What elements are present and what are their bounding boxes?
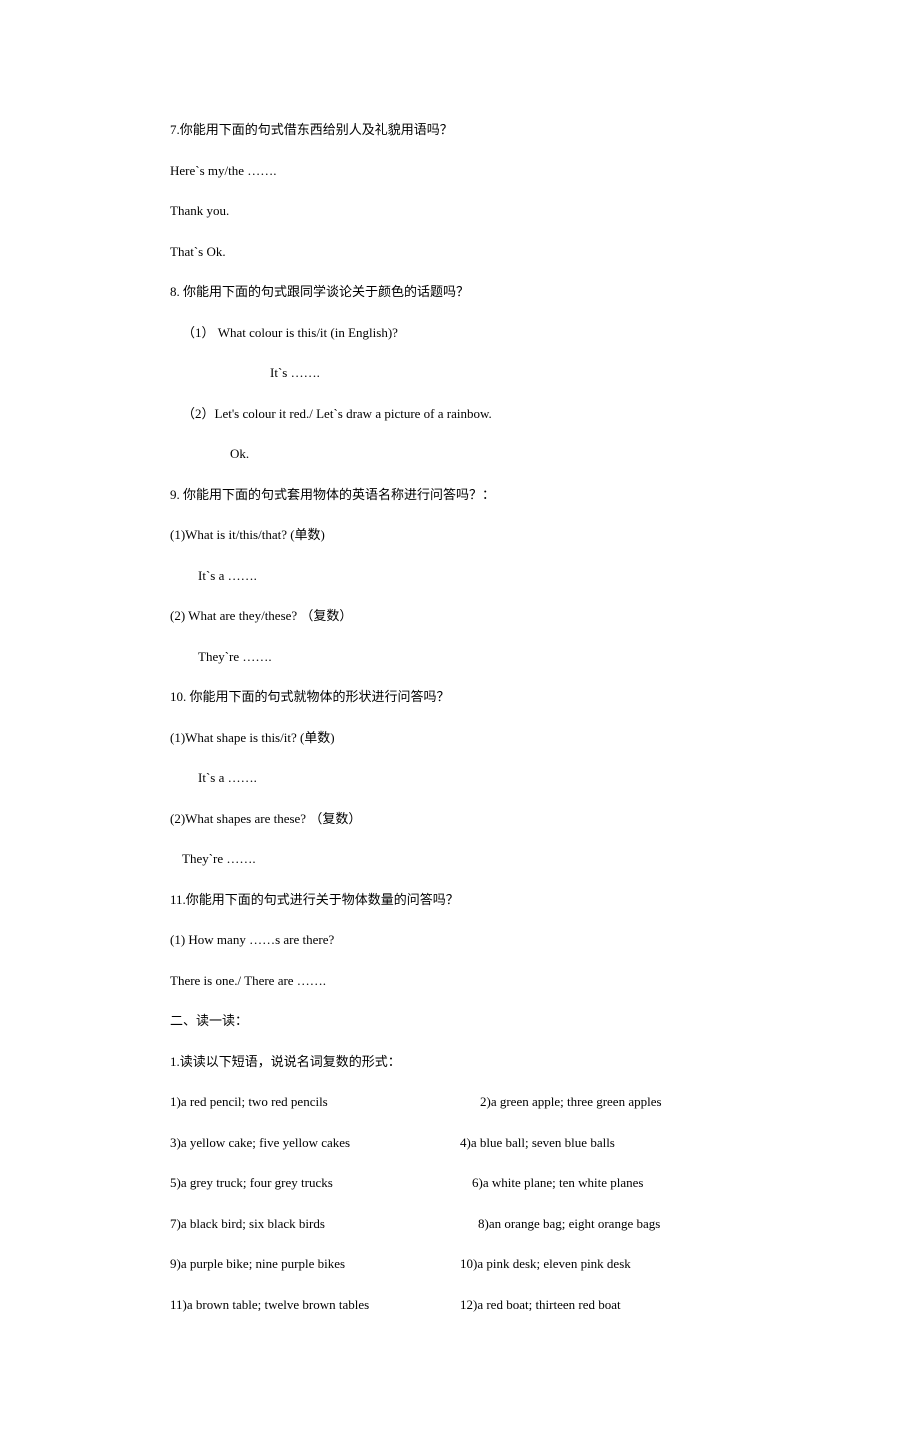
pair-row: 11)a brown table; twelve brown tables 12… [170, 1295, 750, 1315]
pair-right: 6)a white plane; ten white planes [450, 1173, 643, 1193]
pair-right: 2)a green apple; three green apples [450, 1092, 662, 1112]
pair-right: 4)a blue ball; seven blue balls [450, 1133, 615, 1153]
pair-row: 7)a black bird; six black birds 8)an ora… [170, 1214, 750, 1234]
q7-title: 7.你能用下面的句式借东西给别人及礼貌用语吗？ [170, 120, 750, 140]
q9-l4: They`re ……. [170, 647, 750, 667]
pair-left: 3)a yellow cake; five yellow cakes [170, 1133, 450, 1153]
q10-title: 10. 你能用下面的句式就物体的形状进行问答吗？ [170, 687, 750, 707]
pair-row: 5)a grey truck; four grey trucks 6)a whi… [170, 1173, 750, 1193]
q10-l2: It`s a ……. [170, 768, 750, 788]
q8-l4: Ok. [170, 444, 750, 464]
q11-l2: There is one./ There are ……. [170, 971, 750, 991]
q7-l1: Here`s my/the ……. [170, 161, 750, 181]
q9-l2: It`s a ……. [170, 566, 750, 586]
q8-l1: （1） What colour is this/it (in English)? [170, 323, 750, 343]
section2-title: 二、读一读： [170, 1011, 750, 1031]
q7-l2: Thank you. [170, 201, 750, 221]
q8-title: 8. 你能用下面的句式跟同学谈论关于颜色的话题吗？ [170, 282, 750, 302]
pair-left: 11)a brown table; twelve brown tables [170, 1295, 450, 1315]
q10-l3: (2)What shapes are these? （复数） [170, 809, 750, 829]
pair-left: 1)a red pencil; two red pencils [170, 1092, 450, 1112]
q10-l1: (1)What shape is this/it? (单数) [170, 728, 750, 748]
q9-l1: (1)What is it/this/that? (单数) [170, 525, 750, 545]
pair-right: 8)an orange bag; eight orange bags [450, 1214, 660, 1234]
q8-l2: It`s ……. [170, 363, 750, 383]
q11-l1: (1) How many ……s are there? [170, 930, 750, 950]
section2-sub: 1.读读以下短语，说说名词复数的形式： [170, 1052, 750, 1072]
q10-l4: They`re ……. [170, 849, 750, 869]
pair-row: 3)a yellow cake; five yellow cakes 4)a b… [170, 1133, 750, 1153]
pair-left: 9)a purple bike; nine purple bikes [170, 1254, 450, 1274]
q9-title: 9. 你能用下面的句式套用物体的英语名称进行问答吗？： [170, 485, 750, 505]
pair-right: 10)a pink desk; eleven pink desk [450, 1254, 631, 1274]
q7-l3: That`s Ok. [170, 242, 750, 262]
pair-right: 12)a red boat; thirteen red boat [450, 1295, 621, 1315]
q11-title: 11.你能用下面的句式进行关于物体数量的问答吗？ [170, 890, 750, 910]
pair-row: 1)a red pencil; two red pencils 2)a gree… [170, 1092, 750, 1112]
q9-l3: (2) What are they/these? （复数） [170, 606, 750, 626]
pair-row: 9)a purple bike; nine purple bikes 10)a … [170, 1254, 750, 1274]
pair-left: 5)a grey truck; four grey trucks [170, 1173, 450, 1193]
q8-l3: （2）Let's colour it red./ Let`s draw a pi… [170, 404, 750, 424]
pair-left: 7)a black bird; six black birds [170, 1214, 450, 1234]
